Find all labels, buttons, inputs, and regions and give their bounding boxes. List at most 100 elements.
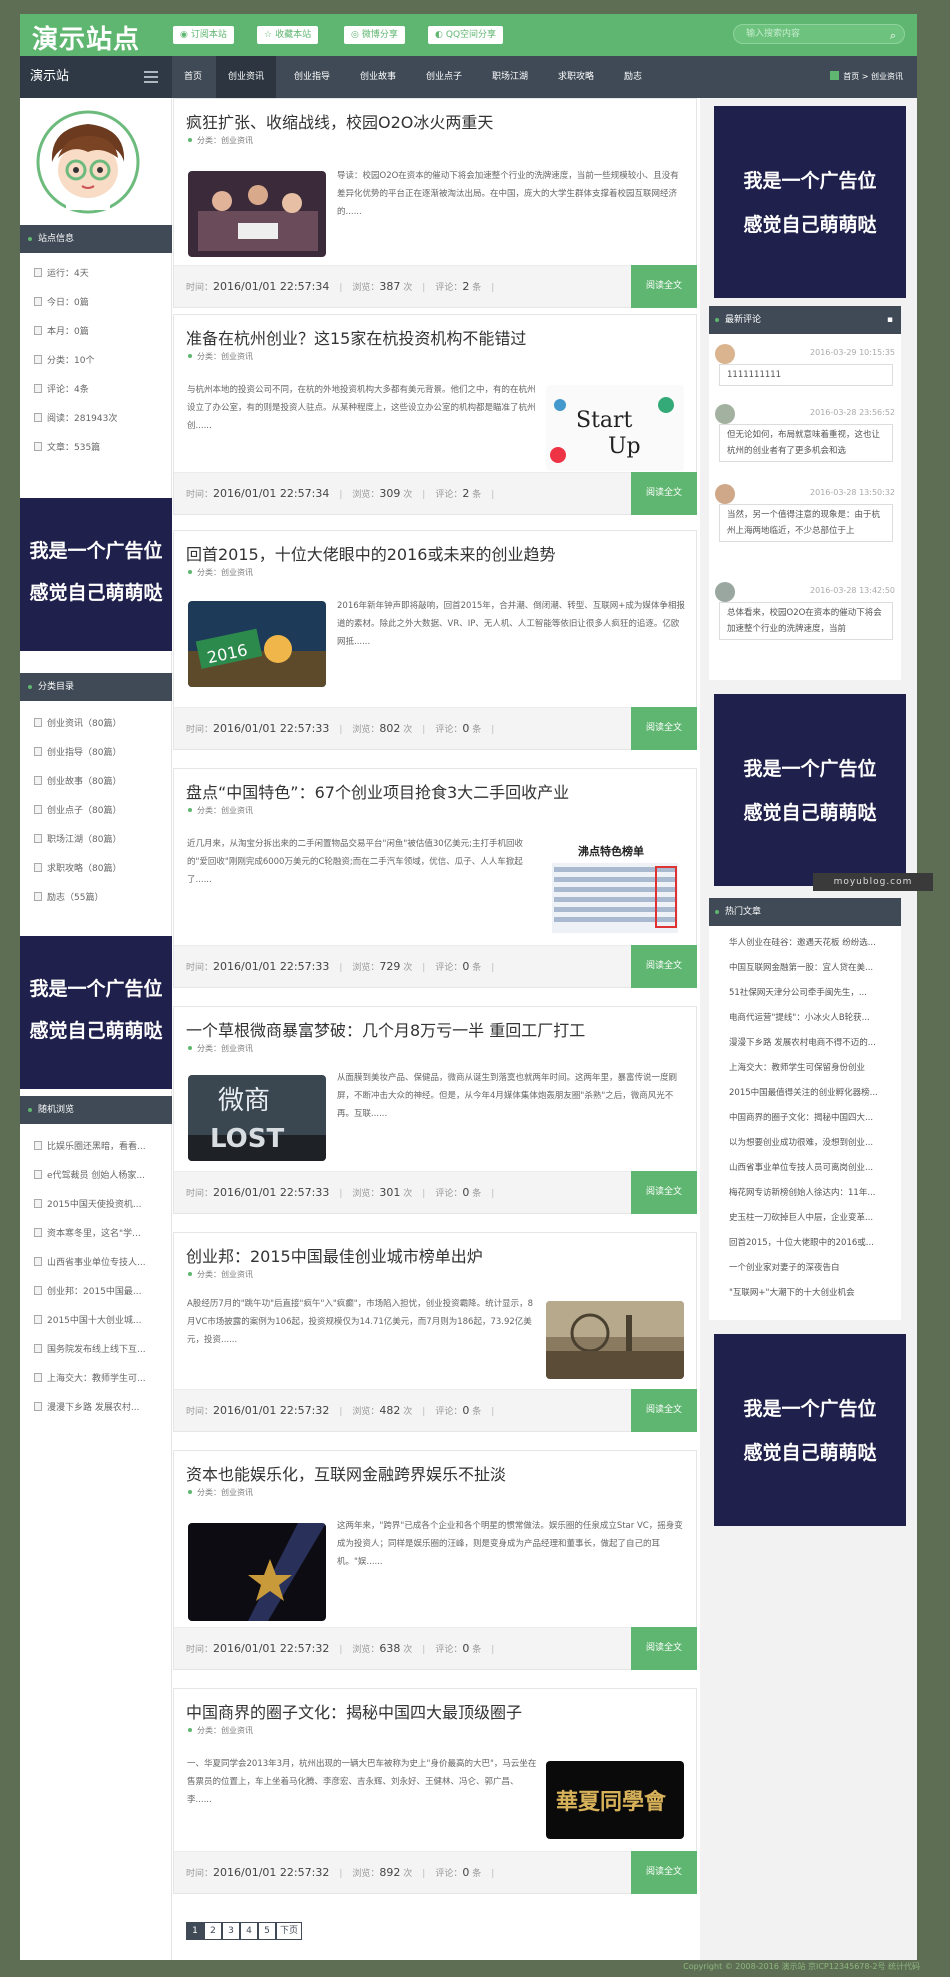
subscribe-button[interactable]: ◉ 订阅本站: [173, 26, 234, 44]
category-link[interactable]: 创业资讯（80篇）: [34, 716, 166, 729]
random-link[interactable]: e代驾裁员 创始人杨家...: [34, 1168, 166, 1181]
post-category[interactable]: 分类：创业资讯: [188, 1043, 253, 1054]
nav-item-startup-stories[interactable]: 创业故事: [348, 56, 408, 98]
random-link[interactable]: 山西省事业单位专技人...: [34, 1255, 166, 1268]
post-title[interactable]: 回首2015，十位大佬眼中的2016或未来的创业趋势: [186, 541, 555, 565]
hot-article-link[interactable]: 电商代运营"提线"：小冰火人B轮获...: [729, 1011, 897, 1023]
search-input[interactable]: 输入搜索内容 ⌕: [733, 24, 905, 44]
post-thumbnail[interactable]: [546, 1301, 684, 1379]
hot-article-link[interactable]: 中国互联网金融第一股：宜人贷在美...: [729, 961, 897, 973]
hot-article-link[interactable]: 山西省事业单位专技人员可离岗创业...: [729, 1161, 897, 1173]
ad-banner[interactable]: 我是一个广告位 感觉自己萌萌哒: [714, 106, 906, 298]
read-more-button[interactable]: 阅读全文: [631, 945, 697, 988]
post-category[interactable]: 分类：创业资讯: [188, 805, 253, 816]
post-category[interactable]: 分类：创业资讯: [188, 1487, 253, 1498]
random-link[interactable]: 创业邦：2015中国最...: [34, 1284, 166, 1297]
read-more-button[interactable]: 阅读全文: [631, 707, 697, 750]
site-logo[interactable]: 演示站点: [32, 19, 140, 56]
post-category[interactable]: 分类：创业资讯: [188, 351, 253, 362]
hot-article-link[interactable]: 51社保网天津分公司牵手闽先生，...: [729, 986, 897, 998]
page-1[interactable]: 1: [186, 1922, 204, 1940]
post-title[interactable]: 中国商界的圈子文化：揭秘中国四大最顶级圈子: [186, 1699, 522, 1723]
random-link[interactable]: 漫漫下乡路 发展农村...: [34, 1400, 166, 1413]
post-category[interactable]: 分类：创业资讯: [188, 567, 253, 578]
hot-article-link[interactable]: 华人创业在硅谷：邀遇天花板 纷纷选...: [729, 936, 897, 948]
post-thumbnail[interactable]: 2016: [188, 601, 326, 687]
random-link[interactable]: 2015中国天使投资机...: [34, 1197, 166, 1210]
category-link[interactable]: 励志（55篇）: [34, 890, 166, 903]
document-icon: [34, 1141, 42, 1150]
hot-article-link[interactable]: 以为想要创业成功很难，没想到创业...: [729, 1136, 897, 1148]
hot-article-link[interactable]: 一个创业家对妻子的深夜告白: [729, 1261, 897, 1273]
weibo-share-button[interactable]: ◎ 微博分享: [344, 26, 405, 44]
read-more-button[interactable]: 阅读全文: [631, 1389, 697, 1432]
post-thumbnail[interactable]: 華夏同學會: [546, 1761, 684, 1839]
qq-share-button[interactable]: ◐ QQ空间分享: [428, 26, 504, 44]
hot-article-link[interactable]: 2015中国最值得关注的创业孵化器榜...: [729, 1086, 897, 1098]
post-title[interactable]: 创业邦：2015中国最佳创业城市榜单出炉: [186, 1243, 483, 1267]
random-link[interactable]: 上海交大：教师学生可...: [34, 1371, 166, 1384]
site-info-item: 分类：10个: [34, 353, 166, 366]
page-2[interactable]: 2: [204, 1922, 222, 1940]
menu-icon[interactable]: [144, 71, 158, 83]
read-more-button[interactable]: 阅读全文: [631, 265, 697, 308]
nav-item-startup-ideas[interactable]: 创业点子: [414, 56, 474, 98]
views-unit: 次: [403, 725, 413, 735]
hot-article-link[interactable]: 漫漫下乡路 发展农村电商不得不迈的...: [729, 1036, 897, 1048]
bookmark-button[interactable]: ☆ 收藏本站: [257, 26, 319, 44]
hot-article-link[interactable]: 回首2015，十位大佬眼中的2016或...: [729, 1236, 897, 1248]
category-link[interactable]: 求职攻略（80篇）: [34, 861, 166, 874]
meta-separator: |: [491, 490, 495, 500]
nav-item-inspiration[interactable]: 励志: [612, 56, 654, 98]
hot-article-link[interactable]: 中国商界的圈子文化：揭秘中国四大...: [729, 1111, 897, 1123]
breadcrumb-text[interactable]: 首页 > 创业资讯: [843, 72, 903, 81]
post-category[interactable]: 分类：创业资讯: [188, 1725, 253, 1736]
post-category[interactable]: 分类：创业资讯: [188, 1269, 253, 1280]
random-link[interactable]: 资本寒冬里，这名"学...: [34, 1226, 166, 1239]
post-thumbnail[interactable]: Start Up: [546, 385, 684, 471]
hot-article-link[interactable]: "互联网+"大潮下的十大创业机会: [729, 1286, 897, 1298]
read-more-button[interactable]: 阅读全文: [631, 1851, 697, 1894]
ad-banner[interactable]: 我是一个广告位 感觉自己萌萌哒: [20, 936, 172, 1089]
page-4[interactable]: 4: [240, 1922, 258, 1940]
post-title[interactable]: 盘点“中国特色”：67个创业项目抢食3大二手回收产业: [186, 779, 569, 803]
nav-item-home[interactable]: 首页: [172, 56, 214, 98]
post-title[interactable]: 一个草根微商暴富梦破：几个月8万亏一半 重回工厂打工: [186, 1017, 585, 1041]
category-link[interactable]: 创业点子（80篇）: [34, 803, 166, 816]
category-link[interactable]: 创业故事（80篇）: [34, 774, 166, 787]
category-link[interactable]: 创业指导（80篇）: [34, 745, 166, 758]
random-link[interactable]: 比娱乐圈还黑暗，看看...: [34, 1139, 166, 1152]
ad-banner[interactable]: 我是一个广告位 感觉自己萌萌哒: [714, 1334, 906, 1526]
ad-banner[interactable]: 我是一个广告位 感觉自己萌萌哒: [714, 694, 906, 886]
category-link[interactable]: 职场江湖（80篇）: [34, 832, 166, 845]
post-thumbnail[interactable]: 沸点特色榜单: [546, 839, 684, 939]
random-link[interactable]: 国务院发布线上线下互...: [34, 1342, 166, 1355]
time-label: 时间：: [186, 963, 214, 973]
post-title[interactable]: 资本也能娱乐化，互联网金融跨界娱乐不扯淡: [186, 1461, 506, 1485]
nav-item-job-hunting[interactable]: 求职攻略: [546, 56, 606, 98]
post-thumbnail[interactable]: [188, 1523, 326, 1621]
post-title[interactable]: 疯狂扩张、收缩战线，校园O2O冰火两重天: [186, 109, 493, 133]
post-category[interactable]: 分类：创业资讯: [188, 135, 253, 146]
hot-article-link[interactable]: 梅花网专访新榜创始人徐达内：11年...: [729, 1186, 897, 1198]
nav-item-startup-news[interactable]: 创业资讯: [216, 56, 277, 98]
post-thumbnail[interactable]: 微商 LOST: [188, 1075, 326, 1161]
search-icon[interactable]: ⌕: [890, 27, 896, 45]
site-info-text: 阅读：281943次: [47, 414, 118, 424]
site-info-item: 阅读：281943次: [34, 411, 166, 424]
hot-article-link[interactable]: 史玉柱一刀砍掉巨人中层，企业变革...: [729, 1211, 897, 1223]
read-more-button[interactable]: 阅读全文: [631, 472, 697, 515]
nav-item-startup-guide[interactable]: 创业指导: [282, 56, 342, 98]
nav-item-workplace[interactable]: 职场江湖: [480, 56, 540, 98]
post-thumbnail[interactable]: [188, 171, 326, 257]
read-more-button[interactable]: 阅读全文: [631, 1171, 697, 1214]
page-5[interactable]: 5: [258, 1922, 276, 1940]
comment-text: 1111111111: [719, 364, 893, 386]
random-link[interactable]: 2015中国十大创业城...: [34, 1313, 166, 1326]
ad-banner[interactable]: 我是一个广告位 感觉自己萌萌哒: [20, 498, 172, 651]
hot-article-link[interactable]: 上海交大：教师学生可保留身份创业: [729, 1061, 897, 1073]
page-3[interactable]: 3: [222, 1922, 240, 1940]
next-page-button[interactable]: 下页: [276, 1922, 303, 1940]
read-more-button[interactable]: 阅读全文: [631, 1627, 697, 1670]
post-title[interactable]: 准备在杭州创业？这15家在杭投资机构不能错过: [186, 325, 526, 349]
